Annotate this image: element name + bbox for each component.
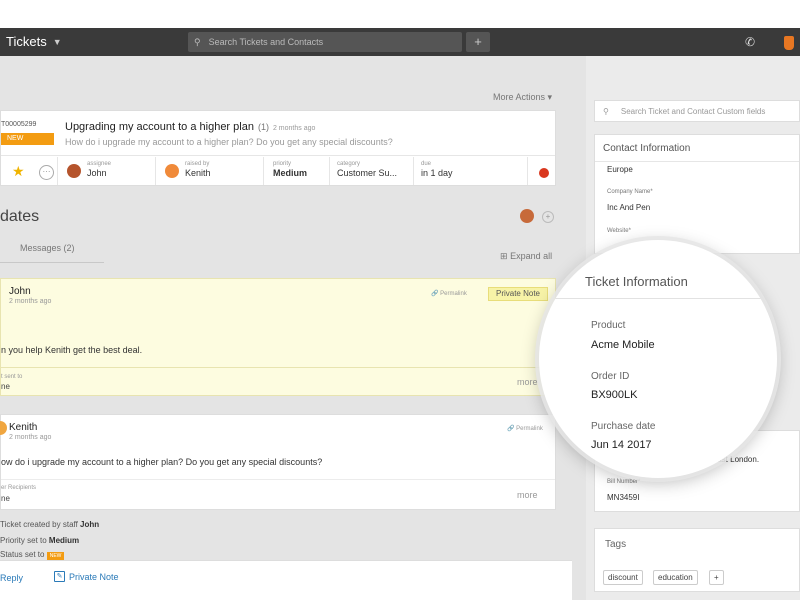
product-value: Acme Mobile	[591, 339, 655, 351]
more-link[interactable]: more	[517, 490, 538, 500]
company-label: Company Name*	[607, 189, 653, 195]
expand-all-button[interactable]: ⊞ Expand all	[500, 251, 552, 262]
chevron-down-icon: ▼	[52, 36, 62, 47]
category-field[interactable]: category Customer Su...	[337, 161, 397, 178]
reply-button[interactable]: Reply	[0, 573, 23, 583]
edit-icon: ✎	[54, 571, 65, 582]
note-body: n you help Kenith get the best deal.	[1, 345, 143, 355]
ticket-title: Upgrading my account to a higher plan (1)…	[65, 121, 315, 133]
ticket-time: 2 months ago	[272, 125, 316, 132]
ticket-id: T00005299	[1, 121, 37, 128]
tab-underline	[0, 262, 104, 263]
divider	[57, 157, 58, 185]
recipients-label: er Recipients	[1, 485, 37, 491]
link-icon: 🔗	[431, 291, 439, 297]
website-label: Website*	[607, 228, 631, 234]
search-placeholder: Search Tickets and Contacts	[208, 37, 324, 47]
message-time: 2 months ago	[9, 434, 52, 441]
priority-field[interactable]: priority Medium	[273, 161, 307, 178]
card-title: Contact Information	[603, 143, 691, 154]
ticket-description: How do i upgrade my account to a higher …	[65, 137, 393, 147]
note-time: 2 months ago	[9, 298, 52, 305]
more-actions-menu[interactable]: More Actions ▾	[493, 92, 552, 103]
tag-education[interactable]: education	[653, 570, 698, 585]
divider	[1, 479, 555, 480]
browser-top-strip	[0, 0, 800, 28]
permalink-link[interactable]: 🔗 Permalink	[431, 290, 467, 297]
purchase-date-label: Purchase date	[591, 421, 656, 432]
status-badge: NEW	[46, 552, 65, 560]
bill-number-label: Bill Number*	[607, 479, 641, 485]
expand-icon: ⊞	[500, 251, 508, 261]
private-note-message: John 2 months ago 🔗 Permalink Private No…	[0, 278, 556, 396]
updates-heading: dates	[0, 208, 40, 225]
customer-message: Kenith 2 months ago 🔗 Permalink ow do i …	[0, 414, 556, 510]
author-avatar	[0, 421, 7, 435]
module-title: Tickets	[6, 34, 47, 49]
note-author: John	[9, 286, 31, 297]
due-field[interactable]: due in 1 day	[421, 161, 453, 178]
module-switcher[interactable]: Tickets ▼	[6, 34, 62, 49]
watcher-avatar	[520, 209, 534, 223]
sent-to-label: t sent to	[1, 374, 23, 380]
assignee-field[interactable]: assignee John	[87, 161, 111, 178]
assignee-avatar	[67, 164, 81, 178]
tab-messages[interactable]: Messages (2)	[20, 243, 75, 253]
star-icon[interactable]: ★	[12, 163, 25, 180]
divider	[263, 157, 264, 185]
order-id-value: BX900LK	[591, 389, 638, 401]
status-indicator[interactable]	[539, 168, 549, 178]
global-search-input[interactable]: ⚲ Search Tickets and Contacts	[188, 32, 462, 52]
activity-status-set: Status set to NEW	[0, 550, 65, 560]
divider	[1, 155, 555, 156]
divider	[1, 367, 555, 368]
order-id-label: Order ID	[591, 371, 630, 382]
permalink-link[interactable]: 🔗 Permalink	[507, 425, 543, 432]
divider	[155, 157, 156, 185]
company-value: Inc And Pen	[607, 203, 651, 212]
custom-fields-search-input[interactable]: ⚲ Search Ticket and Contact Custom field…	[594, 100, 800, 122]
add-new-button[interactable]: +	[466, 32, 490, 52]
notification-icon[interactable]	[784, 36, 794, 50]
tags-card: Tags discount education +	[594, 528, 800, 592]
raised-by-field[interactable]: raised by Kenith	[185, 161, 211, 178]
link-icon: 🔗	[507, 426, 515, 432]
region-value: Europe	[607, 165, 633, 174]
reply-bar: Reply ✎ Private Note	[0, 560, 572, 600]
bill-number-value: MN3459I	[607, 493, 640, 502]
tag-discount[interactable]: discount	[603, 570, 643, 585]
requester-avatar	[165, 164, 179, 178]
private-note-button[interactable]: ✎ Private Note	[54, 571, 119, 582]
sent-to-value: ne	[1, 382, 10, 391]
activity-ticket-created: Ticket created by staff John	[0, 520, 100, 529]
ticket-summary-card: T00005299 NEW Upgrading my account to a …	[0, 110, 556, 186]
divider	[413, 157, 414, 185]
divider	[329, 157, 330, 185]
message-body: ow do i upgrade my account to a higher p…	[1, 457, 323, 467]
add-watcher-icon[interactable]: +	[542, 211, 554, 223]
divider	[539, 298, 777, 299]
search-icon: ⚲	[194, 36, 201, 47]
magnifier-title: Ticket Information	[585, 274, 688, 289]
activity-priority-set: Priority set to Medium	[0, 536, 80, 545]
divider	[595, 161, 799, 162]
tags-title: Tags	[605, 539, 627, 550]
ticket-information-magnifier: Ticket Information Product Acme Mobile O…	[539, 240, 777, 478]
recipients-value: ne	[1, 494, 10, 503]
contact-information-card: Contact Information Europe Company Name*…	[594, 134, 800, 254]
product-label: Product	[591, 320, 626, 331]
status-badge: NEW	[1, 133, 54, 145]
search-icon: ⚲	[603, 106, 609, 116]
ticket-title-text: Upgrading my account to a higher plan	[65, 121, 254, 133]
divider	[527, 157, 528, 185]
purchase-date-value: Jun 14 2017	[591, 439, 652, 451]
top-navigation-bar: Tickets ▼ ⚲ Search Tickets and Contacts …	[0, 28, 800, 56]
message-author: Kenith	[9, 422, 38, 433]
more-link[interactable]: more	[517, 377, 538, 387]
thread-count: (1)	[257, 122, 269, 132]
phone-icon[interactable]: ✆	[745, 35, 755, 49]
add-tag-button[interactable]: +	[709, 570, 724, 585]
more-options-icon[interactable]: ···	[39, 165, 54, 180]
